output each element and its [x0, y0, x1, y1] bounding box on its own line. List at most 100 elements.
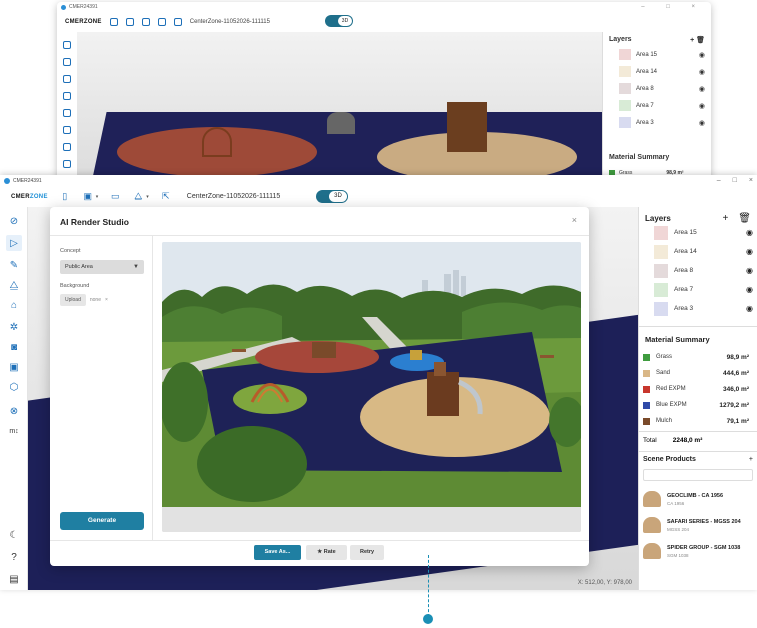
help-icon[interactable]: ?	[6, 549, 22, 565]
background-eye-icon[interactable]: ◉	[699, 68, 705, 76]
background-eye-icon[interactable]: ◉	[699, 119, 705, 127]
share-dropdown-chevron-icon[interactable]: ▾	[146, 194, 149, 200]
background-layer-row[interactable]: Area 8 ◉	[619, 82, 705, 95]
retry-button[interactable]: Retry	[350, 545, 384, 560]
layer-row[interactable]: Area 14 ◉	[639, 242, 757, 261]
eye-icon[interactable]: ◉	[746, 266, 753, 275]
foreground-tree	[197, 426, 307, 502]
background-tool-icon[interactable]	[63, 126, 71, 134]
background-upload-row: Upload none ×	[60, 294, 108, 306]
background-3d-viewport[interactable]	[77, 32, 602, 182]
add-product-button[interactable]: +	[749, 456, 753, 463]
save-dropdown-chevron-icon[interactable]: ▾	[96, 194, 99, 200]
background-tool-icon[interactable]	[63, 143, 71, 151]
background-tool-icon[interactable]	[63, 58, 71, 66]
scene-product-item[interactable]: SPIDER GROUP - SGM 1038 SGM 1038	[639, 539, 757, 563]
background-save-icon[interactable]	[125, 18, 134, 26]
background-tool-icon[interactable]	[63, 92, 71, 100]
export-icon[interactable]: ⇱	[160, 191, 172, 203]
background-eye-icon[interactable]: ◉	[699, 102, 705, 110]
background-layer-row[interactable]: Area 3 ◉	[619, 116, 705, 129]
layer-name: Area 14	[674, 248, 697, 255]
background-export-icon[interactable]	[173, 18, 182, 26]
background-new-file-icon[interactable]	[109, 18, 118, 26]
background-share-icon[interactable]	[157, 18, 166, 26]
background-folder-icon[interactable]	[141, 18, 150, 26]
eye-icon[interactable]: ◉	[746, 228, 753, 237]
product-name: SAFARI SERIES - MGSS 204	[667, 518, 741, 525]
maximize-button[interactable]: □	[733, 177, 737, 184]
preview-bottom-margin	[162, 507, 581, 532]
material-name: Grass	[656, 354, 673, 360]
background-tool-icon[interactable]	[63, 160, 71, 168]
scene-product-item[interactable]: SAFARI SERIES - MGSS 204 MGSS 204	[639, 513, 757, 537]
background-3d-toggle-label: 3D	[338, 16, 352, 26]
new-file-icon[interactable]: ▯	[59, 191, 71, 203]
rate-button[interactable]: ★ Rate	[306, 545, 347, 560]
nodes-icon[interactable]: ⧋	[6, 277, 22, 293]
generate-button[interactable]: Generate	[60, 512, 144, 530]
app-logo-icon	[4, 177, 10, 184]
eye-off-icon[interactable]: ⊗	[6, 403, 22, 419]
layer-row[interactable]: Area 15 ◉	[639, 223, 757, 242]
background-app-short-name: CMER24391	[69, 4, 98, 10]
moon-icon[interactable]: ☾	[6, 527, 22, 543]
layer-row[interactable]: Area 8 ◉	[639, 261, 757, 280]
eye-icon[interactable]: ◉	[746, 304, 753, 313]
minimize-button[interactable]: –	[717, 177, 721, 184]
background-layers-header: Layers + 🗑	[609, 36, 705, 44]
sparkle-icon[interactable]: ✲	[6, 319, 22, 335]
keyboard-icon[interactable]: ▤	[6, 571, 22, 587]
save-icon[interactable]: ▣	[82, 191, 94, 203]
clear-background-icon[interactable]: ×	[105, 297, 108, 303]
image-icon[interactable]: ▣	[6, 359, 22, 375]
add-layer-button[interactable]: +	[722, 213, 728, 224]
share-icon[interactable]: ⧋	[132, 191, 144, 203]
product-search-input[interactable]	[643, 469, 753, 481]
concept-label: Concept	[60, 248, 81, 254]
background-layer-row[interactable]: Area 7 ◉	[619, 99, 705, 112]
background-layer-row[interactable]: Area 15 ◉	[619, 48, 705, 61]
material-value: 1279,2 m²	[719, 401, 749, 409]
close-dialog-icon[interactable]: ×	[572, 215, 577, 225]
camera-icon[interactable]: ◙	[6, 339, 22, 355]
scene-product-item[interactable]: GEOCLIMB - CA 1956 CA 1956	[639, 487, 757, 511]
background-layer-swatch	[619, 66, 631, 77]
concept-select[interactable]: Public Area ▼	[60, 260, 144, 274]
background-layer-row[interactable]: Area 14 ◉	[619, 65, 705, 78]
background-tool-icon[interactable]	[63, 109, 71, 117]
background-window-controls[interactable]: – □ ×	[641, 4, 705, 10]
background-layers-actions[interactable]: + 🗑	[690, 36, 705, 44]
open-folder-icon[interactable]: ▭	[109, 191, 121, 203]
background-eye-icon[interactable]: ◉	[699, 85, 705, 93]
eye-icon[interactable]: ◉	[746, 247, 753, 256]
product-text: SPIDER GROUP - SGM 1038 SGM 1038	[667, 545, 740, 558]
save-as-button[interactable]: Save As...	[254, 545, 301, 560]
measure-icon[interactable]: m↕	[6, 423, 22, 439]
layer-row[interactable]: Area 3 ◉	[639, 299, 757, 318]
background-tool-icon[interactable]	[63, 75, 71, 83]
layer-row[interactable]: Area 7 ◉	[639, 280, 757, 299]
callout-line	[428, 555, 429, 617]
3d-toggle-label: 3D	[329, 191, 347, 202]
home-icon[interactable]: ⊘	[6, 213, 22, 229]
delete-layer-icon[interactable]: 🗑	[738, 213, 751, 224]
bell-icon[interactable]: ⌂	[6, 297, 22, 313]
upload-button[interactable]: Upload	[60, 294, 86, 306]
cube-icon[interactable]: ⬡	[6, 379, 22, 395]
select-cursor-icon[interactable]: ▷	[6, 235, 22, 251]
material-value: 98,9 m²	[726, 353, 749, 361]
layer-color-swatch	[654, 301, 668, 316]
3d-view-toggle[interactable]: 3D	[316, 190, 348, 203]
material-name: Blue EXPM	[656, 402, 687, 408]
callout-dot	[423, 614, 433, 624]
close-window-button[interactable]: ×	[749, 177, 753, 184]
pencil-icon[interactable]: ✎	[6, 257, 22, 273]
background-3d-toggle[interactable]: 3D	[325, 15, 353, 27]
tower-play-structure	[427, 372, 459, 416]
background-eye-icon[interactable]: ◉	[699, 51, 705, 59]
material-row: Red EXPM 346,0 m²	[639, 381, 757, 397]
eye-icon[interactable]: ◉	[746, 285, 753, 294]
background-tool-icon[interactable]	[63, 41, 71, 49]
product-name: SPIDER GROUP - SGM 1038	[667, 544, 741, 551]
